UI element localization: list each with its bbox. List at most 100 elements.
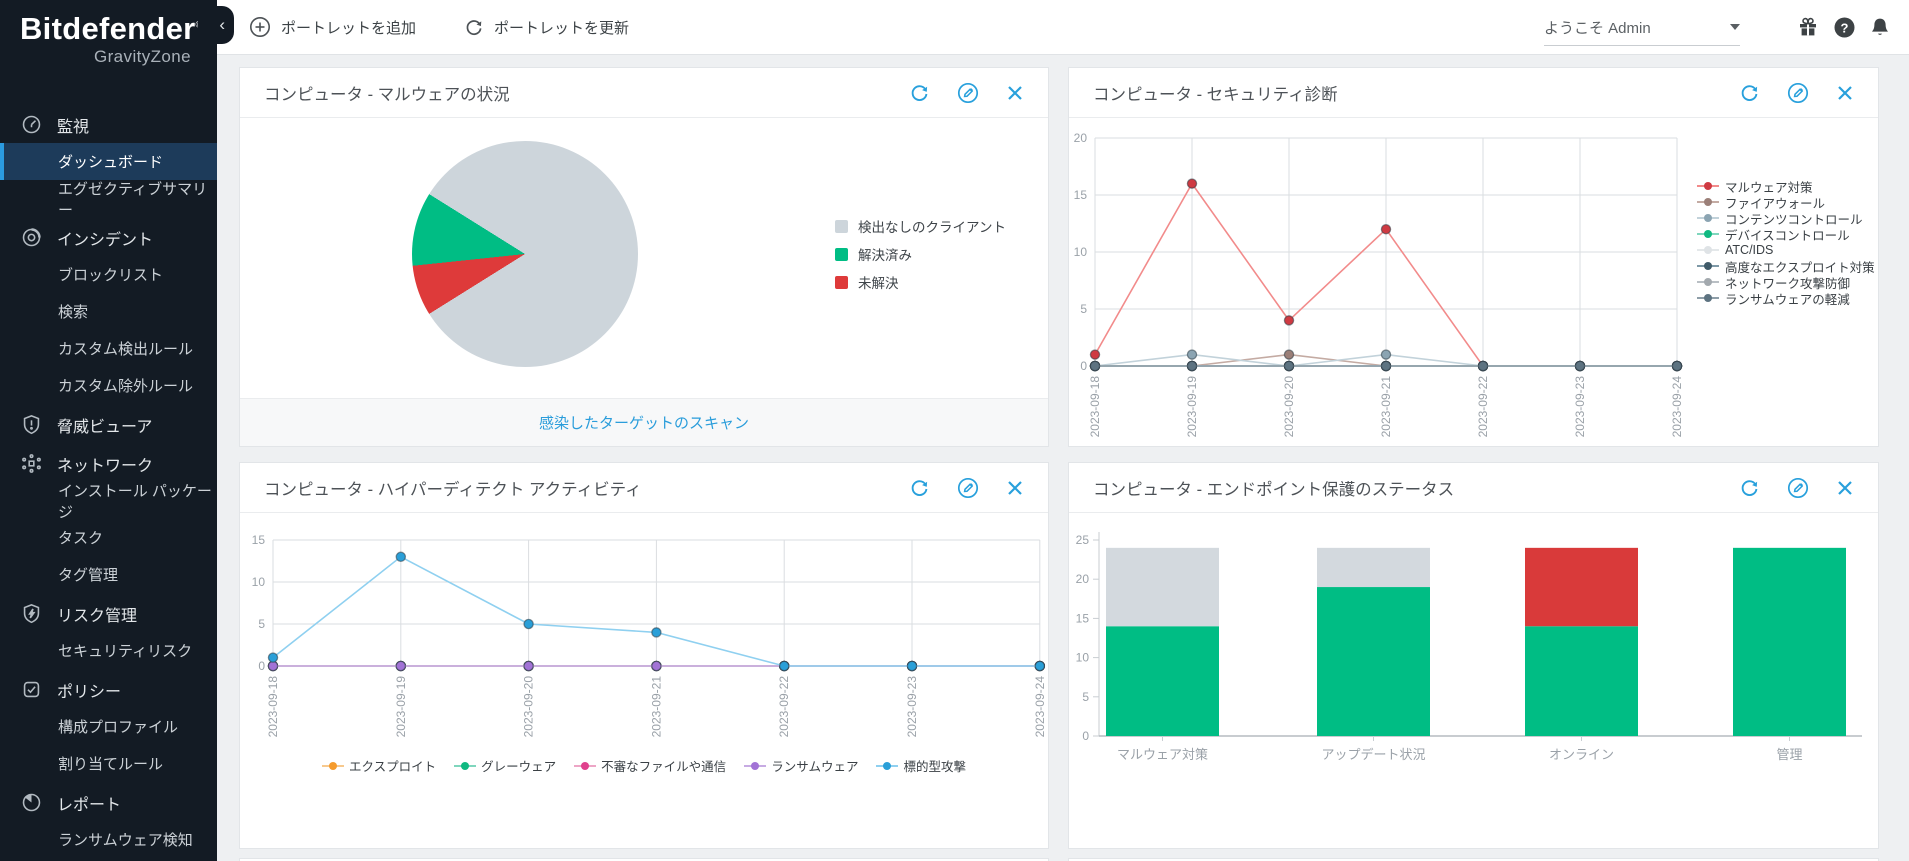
legend-item[interactable]: ランサムウェア — [744, 756, 858, 775]
policy-check-icon — [20, 679, 42, 701]
portlet-edit-icon[interactable] — [957, 82, 979, 104]
topbar: ポートレットを追加 ポートレットを更新 ようこそ Admin ? — [217, 0, 1909, 55]
welcome-label: ようこそ Admin — [1544, 17, 1651, 38]
portlet-footer: 感染したターゲットのスキャン — [240, 398, 1048, 446]
sidebar-item-search[interactable]: 検索 — [0, 293, 217, 330]
svg-text:5: 5 — [1082, 690, 1089, 704]
legend-marker — [322, 761, 344, 771]
portlet-edit-icon[interactable] — [957, 477, 979, 499]
sidebar-item-label: ネットワーク — [57, 452, 153, 476]
legend-label: 検出なしのクライアント — [858, 216, 1006, 236]
legend-marker — [1697, 181, 1719, 191]
sidebar-item-threat-viewer[interactable]: 脅威ビューア — [0, 406, 217, 443]
svg-text:2023-09-18: 2023-09-18 — [266, 676, 280, 738]
sidebar-item-monitoring[interactable]: 監視 — [0, 106, 217, 143]
sidebar-item-label: 構成プロファイル — [58, 716, 178, 737]
security-audit-legend: マルウェア対策ファイアウォールコンテンツコントロールデバイスコントロールATC/… — [1697, 178, 1875, 306]
sidebar-item-tasks[interactable]: タスク — [0, 519, 217, 556]
svg-text:2023-09-21: 2023-09-21 — [1379, 376, 1393, 438]
portlet-refresh-icon[interactable] — [1739, 477, 1760, 498]
gift-icon[interactable] — [1796, 15, 1820, 39]
sidebar-item-blocklist[interactable]: ブロックリスト — [0, 256, 217, 293]
pie-legend: 検出なしのクライアント解決済み未解決 — [835, 212, 1006, 296]
legend-label: デバイスコントロール — [1725, 225, 1850, 244]
sidebar-item-custom-detection-rules[interactable]: カスタム検出ルール — [0, 330, 217, 367]
report-pie-icon — [20, 792, 42, 814]
shield-bolt-icon — [20, 603, 42, 625]
sidebar-item-executive-summary[interactable]: エグゼクティブサマリー — [0, 180, 217, 217]
svg-text:15: 15 — [252, 533, 266, 547]
legend-item[interactable]: 標的型攻撃 — [876, 756, 966, 775]
legend-label: 未解決 — [858, 272, 899, 292]
portlet-header: コンピュータ - マルウェアの状況 — [240, 68, 1048, 118]
sidebar-item-incidents[interactable]: インシデント — [0, 219, 217, 256]
svg-text:10: 10 — [1074, 245, 1088, 259]
pie-legend-item[interactable]: 検出なしのクライアント — [835, 212, 1006, 240]
incident-icon — [20, 227, 42, 249]
sidebar-item-dashboard[interactable]: ダッシュボード — [0, 143, 217, 180]
legend-item[interactable]: デバイスコントロール — [1697, 226, 1875, 242]
sidebar-item-label: リスク管理 — [57, 602, 137, 626]
legend-item[interactable]: ランサムウェアの軽減 — [1697, 290, 1875, 306]
portlet-close-icon[interactable] — [1006, 84, 1024, 102]
legend-marker — [454, 761, 476, 771]
chevron-left-icon: ‹ — [219, 15, 225, 35]
sidebar-item-security-risks[interactable]: セキュリティリスク — [0, 632, 217, 669]
portlet-refresh-icon[interactable] — [909, 477, 930, 498]
refresh-portlets-button[interactable]: ポートレットを更新 — [458, 16, 635, 39]
sidebar-item-ransomware-detection[interactable]: ランサムウェア検知 — [0, 821, 217, 858]
svg-text:2023-09-24: 2023-09-24 — [1033, 676, 1047, 738]
svg-text:0: 0 — [1080, 359, 1087, 373]
brand-product: GravityZone — [20, 47, 191, 67]
help-icon[interactable]: ? — [1833, 16, 1856, 39]
legend-item[interactable]: エクスプロイト — [322, 756, 436, 775]
portlet-body: 0510152025マルウェア対策アップデート状況オンライン管理 — [1069, 513, 1878, 850]
sidebar-item-assignment-rules[interactable]: 割り当てルール — [0, 745, 217, 782]
portlet-refresh-icon[interactable] — [909, 82, 930, 103]
portlet-body: 0510152023-09-182023-09-192023-09-202023… — [240, 513, 1048, 850]
portlet-security-audit: コンピュータ - セキュリティ診断 051015202023-09-182023… — [1068, 67, 1879, 447]
topbar-right: ようこそ Admin ? — [1544, 9, 1909, 46]
portlet-header: コンピュータ - エンドポイント保護のステータス — [1069, 463, 1878, 513]
sidebar-item-tag-management[interactable]: タグ管理 — [0, 556, 217, 593]
legend-marker — [744, 761, 766, 771]
legend-label: ランサムウェアの軽減 — [1725, 289, 1850, 308]
topbar-icons: ? — [1796, 15, 1891, 39]
portlet-header: コンピュータ - セキュリティ診断 — [1069, 68, 1878, 118]
legend-marker — [574, 761, 596, 771]
sidebar-item-reports[interactable]: レポート — [0, 784, 217, 821]
sidebar-item-custom-exclusion-rules[interactable]: カスタム除外ルール — [0, 367, 217, 404]
sidebar-item-risk-management[interactable]: リスク管理 — [0, 595, 217, 632]
plus-circle-icon — [249, 16, 271, 38]
pie-legend-item[interactable]: 未解決 — [835, 268, 1006, 296]
portlet-hyperdetect-activity: コンピュータ - ハイパーディテクト アクティビティ 0510152023-09… — [239, 462, 1049, 849]
sidebar-item-policies[interactable]: ポリシー — [0, 671, 217, 708]
legend-label: 標的型攻撃 — [903, 756, 966, 775]
sidebar-collapse-button[interactable]: ‹ — [198, 6, 234, 44]
malware-status-pie-chart[interactable] — [412, 141, 638, 367]
legend-item[interactable]: グレーウェア — [454, 756, 556, 775]
endpoint-status-chart: 0510152025マルウェア対策アップデート状況オンライン管理 — [1069, 513, 1880, 788]
portlet-close-icon[interactable] — [1836, 479, 1854, 497]
svg-text:2023-09-22: 2023-09-22 — [777, 676, 791, 738]
portlet-edit-icon[interactable] — [1787, 477, 1809, 499]
portlet-refresh-icon[interactable] — [1739, 82, 1760, 103]
add-portlet-button[interactable]: ポートレットを追加 — [243, 15, 422, 39]
sidebar-item-label: タスク — [58, 527, 103, 548]
sidebar-item-configuration-profiles[interactable]: 構成プロファイル — [0, 708, 217, 745]
portlet-close-icon[interactable] — [1836, 84, 1854, 102]
svg-text:10: 10 — [252, 575, 266, 589]
sidebar-item-network[interactable]: ネットワーク — [0, 445, 217, 482]
sidebar-item-label: 監視 — [57, 113, 89, 137]
bell-icon[interactable] — [1869, 16, 1891, 39]
svg-text:?: ? — [1841, 20, 1849, 35]
user-menu[interactable]: ようこそ Admin — [1544, 17, 1740, 46]
portlet-close-icon[interactable] — [1006, 479, 1024, 497]
sidebar-item-installation-packages[interactable]: インストール パッケージ — [0, 482, 217, 519]
portlet-edit-icon[interactable] — [1787, 82, 1809, 104]
legend-swatch — [835, 248, 848, 261]
scan-infected-targets-link[interactable]: 感染したターゲットのスキャン — [539, 412, 749, 433]
svg-text:2023-09-19: 2023-09-19 — [1185, 376, 1199, 438]
pie-legend-item[interactable]: 解決済み — [835, 240, 1006, 268]
legend-item[interactable]: 不審なファイルや通信 — [574, 756, 726, 775]
